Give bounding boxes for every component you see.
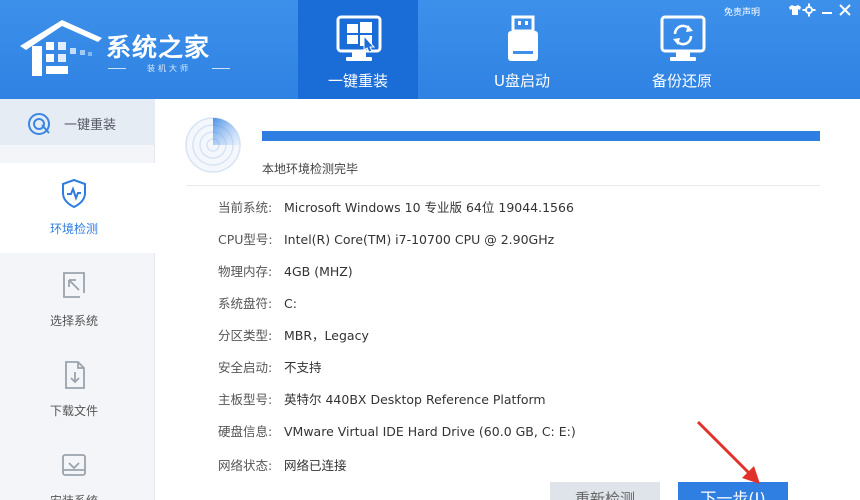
close-icon[interactable] — [838, 3, 852, 17]
info-label: 安全启动: — [218, 360, 273, 375]
info-value: MBR，Legacy — [284, 328, 369, 343]
tab-reinstall-label: 一键重装 — [327, 72, 388, 90]
info-row-cpu: CPU型号: Intel(R) Core(TM) i7-10700 CPU @ 2… — [218, 229, 554, 249]
info-label: 硬盘信息: — [218, 424, 273, 439]
sidebar-header-reinstall[interactable]: 一键重装 — [0, 99, 155, 145]
sidebar: 一键重装 环境检测 选择系统 下载文件 安装系统 — [0, 99, 155, 500]
info-value: 网络已连接 — [284, 458, 347, 473]
usb-drive-icon — [508, 15, 538, 61]
info-label: 主板型号: — [218, 392, 273, 407]
select-cursor-icon — [63, 272, 85, 298]
backup-restore-icon — [660, 15, 706, 61]
brand-subtitle: 装机大师 — [108, 63, 230, 74]
brand-title: 系统之家 — [106, 33, 211, 62]
info-row-network: 网络状态: 网络已连接 — [218, 455, 347, 475]
settings-icon[interactable] — [802, 3, 816, 17]
sidebar-item-label: 选择系统 — [49, 314, 98, 328]
sidebar-item-download[interactable]: 下载文件 — [0, 345, 155, 435]
shield-pulse-icon — [62, 178, 86, 209]
info-row-motherboard: 主板型号: 英特尔 440BX Desktop Reference Platfor… — [218, 389, 546, 409]
sidebar-item-label: 下载文件 — [49, 404, 98, 418]
brand-logo: 系统之家 装机大师 — [18, 14, 230, 84]
scan-progress-bar — [262, 131, 820, 141]
windows-install-icon — [336, 15, 382, 61]
env-check-panel: 本地环境检测完毕 当前系统: Microsoft Windows 10 专业版 6… — [156, 99, 860, 500]
download-file-icon — [65, 361, 85, 389]
house-logo-icon — [20, 20, 102, 76]
info-row-os: 当前系统: Microsoft Windows 10 专业版 64位 19044.… — [218, 197, 574, 217]
info-value: 4GB (MHZ) — [284, 264, 353, 279]
info-row-memory: 物理内存: 4GB (MHZ) — [218, 261, 353, 281]
info-row-disk: 硬盘信息: VMware Virtual IDE Hard Drive (60.0… — [218, 421, 576, 441]
recheck-button[interactable]: 重新检测 — [550, 482, 660, 500]
sidebar-item-label: 安装系统 — [0, 492, 148, 500]
info-label: 物理内存: — [218, 264, 273, 279]
divider — [186, 185, 820, 186]
scan-status-text: 本地环境检测完毕 — [262, 162, 359, 176]
tab-usb-boot[interactable]: U盘启动 — [462, 0, 582, 99]
sidebar-item-install[interactable]: 安装系统 — [0, 435, 155, 500]
sidebar-item-env-check[interactable]: 环境检测 — [0, 163, 155, 253]
info-value: Intel(R) Core(TM) i7-10700 CPU @ 2.90GHz — [284, 232, 555, 247]
info-value: 英特尔 440BX Desktop Reference Platform — [284, 392, 546, 407]
shirt-icon[interactable] — [788, 3, 802, 17]
sidebar-header-label: 一键重装 — [64, 118, 117, 133]
info-row-system-drive: 系统盘符: C: — [218, 293, 297, 313]
tab-backup-restore-label: 备份还原 — [651, 72, 712, 90]
scan-progress-fill — [262, 131, 820, 141]
app-header: 系统之家 装机大师 一键重装 U盘启动 备份还原 免责声明 — [0, 0, 860, 99]
info-row-partition: 分区类型: MBR，Legacy — [218, 325, 369, 345]
reinstall-icon — [28, 113, 50, 135]
next-step-button[interactable]: 下一步(I) — [678, 482, 788, 500]
sidebar-item-label: 环境检测 — [49, 222, 98, 236]
info-value: Microsoft Windows 10 专业版 64位 19044.1566 — [284, 200, 574, 215]
minimize-icon[interactable] — [820, 3, 834, 17]
info-label: 网络状态: — [218, 458, 273, 473]
tab-usb-boot-label: U盘启动 — [494, 72, 550, 90]
tab-reinstall[interactable]: 一键重装 — [298, 0, 418, 99]
info-label: 系统盘符: — [218, 296, 273, 311]
info-value: C: — [284, 296, 297, 311]
radar-scan-icon — [185, 117, 241, 173]
info-row-secure-boot: 安全启动: 不支持 — [218, 357, 322, 377]
info-value: VMware Virtual IDE Hard Drive (60.0 GB, … — [284, 424, 576, 439]
disclaimer-link[interactable]: 免责声明 — [724, 5, 760, 18]
install-tray-icon — [62, 454, 86, 476]
info-value: 不支持 — [284, 360, 322, 375]
sidebar-item-select-system[interactable]: 选择系统 — [0, 255, 155, 345]
info-label: CPU型号: — [218, 232, 273, 247]
info-label: 分区类型: — [218, 328, 273, 343]
info-label: 当前系统: — [218, 200, 273, 215]
